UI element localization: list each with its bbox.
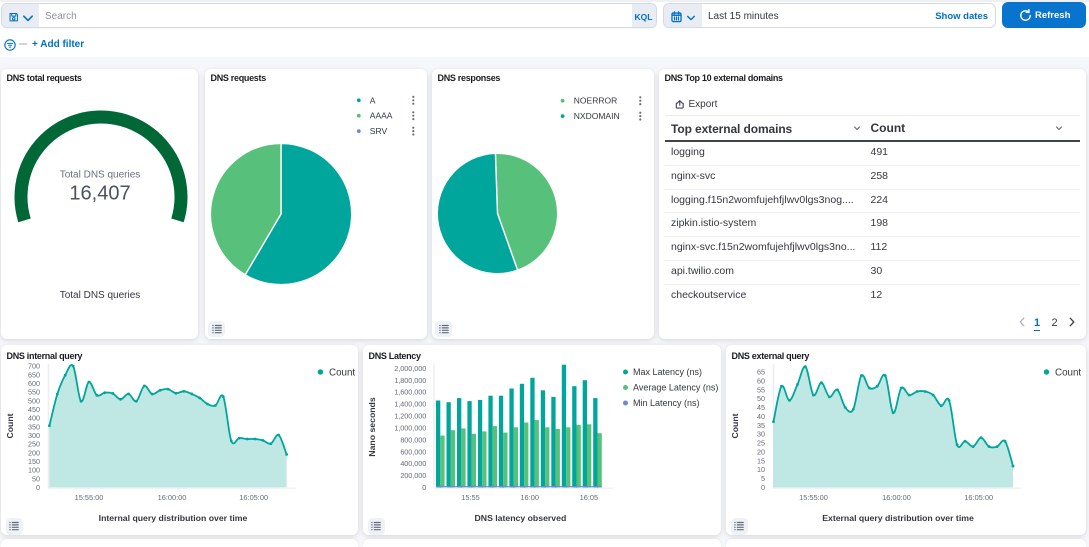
- svg-text:15: 15: [757, 456, 765, 465]
- svg-text:650: 650: [28, 370, 40, 379]
- svg-text:15:55:00: 15:55:00: [799, 493, 828, 502]
- svg-text:400: 400: [28, 414, 40, 423]
- svg-text:700: 700: [28, 362, 40, 371]
- svg-text:600,000: 600,000: [400, 447, 426, 456]
- svg-text:Total DNS queries: Total DNS queries: [60, 290, 141, 301]
- svg-text:NXDOMAIN: NXDOMAIN: [574, 111, 620, 121]
- svg-text:45: 45: [757, 403, 765, 412]
- svg-text:16:00:00: 16:00:00: [882, 493, 911, 502]
- svg-text:5: 5: [761, 474, 765, 483]
- svg-text:35: 35: [757, 421, 765, 430]
- svg-text:Count: Count: [730, 413, 740, 438]
- svg-text:150: 150: [28, 457, 40, 466]
- svg-text:25: 25: [757, 439, 765, 448]
- svg-text:20: 20: [757, 448, 765, 457]
- svg-text:250: 250: [28, 440, 40, 449]
- svg-text:100: 100: [28, 466, 40, 475]
- svg-text:500: 500: [28, 396, 40, 405]
- svg-text:16,407: 16,407: [69, 183, 130, 205]
- svg-text:Count: Count: [329, 367, 355, 378]
- svg-text:550: 550: [28, 388, 40, 397]
- svg-text:350: 350: [28, 422, 40, 431]
- svg-text:16:05:00: 16:05:00: [964, 493, 993, 502]
- svg-text:NOERROR: NOERROR: [574, 96, 617, 106]
- svg-text:50: 50: [757, 394, 765, 403]
- svg-text:DNS latency observed: DNS latency observed: [475, 513, 567, 523]
- svg-text:Internal query distribution ov: Internal query distribution over time: [99, 513, 248, 523]
- svg-text:40: 40: [757, 412, 765, 421]
- svg-text:External query distribution ov: External query distribution over time: [822, 513, 974, 523]
- svg-text:10: 10: [757, 465, 765, 474]
- svg-text:55: 55: [757, 385, 765, 394]
- svg-text:30: 30: [757, 430, 765, 439]
- svg-text:50: 50: [32, 474, 40, 483]
- svg-text:1,800,000: 1,800,000: [394, 376, 426, 385]
- svg-text:Max Latency (ns): Max Latency (ns): [633, 367, 702, 377]
- svg-text:65: 65: [757, 368, 765, 377]
- svg-text:16:00: 16:00: [520, 493, 539, 502]
- svg-text:Min Latency (ns): Min Latency (ns): [633, 398, 700, 408]
- svg-text:16:05: 16:05: [580, 493, 599, 502]
- svg-text:A: A: [370, 95, 376, 105]
- svg-text:SRV: SRV: [370, 126, 388, 136]
- svg-text:16:00:00: 16:00:00: [158, 493, 187, 502]
- svg-text:AAAA: AAAA: [370, 111, 393, 121]
- svg-text:15:55:00: 15:55:00: [75, 493, 104, 502]
- svg-text:200: 200: [28, 448, 40, 457]
- svg-text:Count: Count: [1055, 367, 1081, 378]
- svg-text:0: 0: [36, 483, 40, 492]
- svg-text:60: 60: [757, 377, 765, 386]
- svg-text:450: 450: [28, 405, 40, 414]
- svg-text:16:05:00: 16:05:00: [239, 493, 268, 502]
- svg-text:1,600,000: 1,600,000: [394, 388, 426, 397]
- svg-text:1,200,000: 1,200,000: [394, 412, 426, 421]
- svg-text:2,000,000: 2,000,000: [394, 364, 426, 373]
- svg-text:0: 0: [422, 483, 426, 492]
- svg-text:Total DNS queries: Total DNS queries: [60, 170, 141, 181]
- svg-text:Nano seconds: Nano seconds: [367, 397, 377, 457]
- svg-text:0: 0: [761, 483, 765, 492]
- svg-text:15:55: 15:55: [461, 493, 480, 502]
- svg-text:300: 300: [28, 431, 40, 440]
- svg-text:400,000: 400,000: [400, 459, 426, 468]
- svg-text:800,000: 800,000: [400, 435, 426, 444]
- svg-text:200,000: 200,000: [400, 471, 426, 480]
- svg-text:Average Latency (ns): Average Latency (ns): [633, 383, 718, 393]
- svg-text:1,000,000: 1,000,000: [394, 424, 426, 433]
- svg-text:600: 600: [28, 379, 40, 388]
- svg-text:Count: Count: [5, 413, 15, 438]
- svg-text:1,400,000: 1,400,000: [394, 400, 426, 409]
